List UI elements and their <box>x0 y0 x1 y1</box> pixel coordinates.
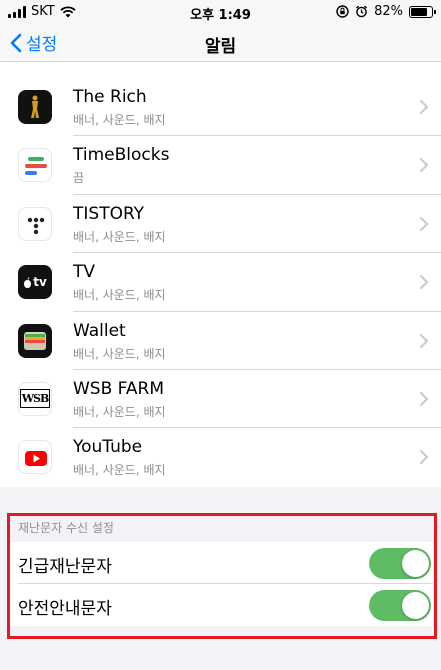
wallet-icon <box>18 323 52 358</box>
app-name: The Rich <box>73 87 147 107</box>
app-name: TV <box>73 262 96 283</box>
emergency-alert-row: 긴급재난문자 <box>8 542 433 584</box>
chevron-right-icon <box>420 333 429 348</box>
app-row-wsb-farm[interactable]: WSB WSB FARM 배너, 사운드, 배지 <box>0 370 441 429</box>
chevron-right-icon <box>420 275 429 290</box>
safety-alert-row: 안전안내문자 <box>8 584 433 626</box>
app-row-youtube[interactable]: YouTube 배너, 사운드, 배지 <box>0 428 441 486</box>
status-right: 82% <box>336 4 436 19</box>
the-rich-icon <box>18 90 52 124</box>
app-name: Wallet <box>73 320 126 341</box>
app-row-timeblocks[interactable]: TimeBlocks 끔 <box>0 136 441 195</box>
app-notification-summary: 끔 <box>73 171 85 186</box>
battery-icon <box>409 5 436 18</box>
safety-alert-label: 안전안내문자 <box>18 599 112 619</box>
alarm-icon <box>356 5 368 18</box>
toggle-knob <box>402 592 429 619</box>
chevron-right-icon <box>420 158 429 173</box>
app-notification-list: The Rich 배너, 사운드, 배지 TimeBlocks 끔 TISTOR… <box>0 78 441 487</box>
wsb-farm-icon: WSB <box>18 381 52 416</box>
wsb-logo-text: WSB <box>19 389 51 409</box>
apple-tv-icon: tv <box>18 265 52 300</box>
app-name: TISTORY <box>73 203 145 224</box>
app-notification-summary: 배너, 사운드, 배지 <box>73 404 166 419</box>
app-row-tv[interactable]: tv TV 배너, 사운드, 배지 <box>0 253 441 312</box>
timeblocks-icon <box>18 148 52 183</box>
safety-alert-toggle[interactable] <box>369 590 431 621</box>
app-row-wallet[interactable]: Wallet 배너, 사운드, 배지 <box>0 312 441 370</box>
tv-logo-text: tv <box>33 275 47 290</box>
battery-percent: 82% <box>374 4 403 19</box>
app-notification-summary: 배너, 사운드, 배지 <box>73 113 166 127</box>
app-name: YouTube <box>73 437 143 458</box>
chevron-right-icon <box>420 100 429 114</box>
app-notification-summary: 배너, 사운드, 배지 <box>73 288 166 303</box>
app-row-tistory[interactable]: TISTORY 배너, 사운드, 배지 <box>0 195 441 254</box>
tistory-icon <box>18 206 52 241</box>
chevron-right-icon <box>420 216 429 231</box>
page-title: 알림 <box>204 37 237 57</box>
battery-fill <box>411 7 428 16</box>
previous-row-fragment <box>0 62 441 78</box>
toggle-knob <box>402 550 429 577</box>
orientation-lock-icon <box>336 5 349 18</box>
nav-bar: 설정 알림 <box>0 24 441 62</box>
app-row-the-rich[interactable]: The Rich 배너, 사운드, 배지 <box>0 78 441 137</box>
status-bar: SKT 오후 1:49 82% <box>0 0 441 24</box>
app-notification-summary: 배너, 사운드, 배지 <box>73 229 166 244</box>
app-name: WSB FARM <box>73 378 164 399</box>
app-name: TimeBlocks <box>73 145 170 166</box>
chevron-right-icon <box>420 391 429 406</box>
section-header: 재난문자 수신 설정 <box>18 521 114 535</box>
emergency-alert-label: 긴급재난문자 <box>18 557 112 577</box>
app-notification-summary: 배너, 사운드, 배지 <box>73 346 166 361</box>
emergency-alert-toggle[interactable] <box>369 548 431 579</box>
app-notification-summary: 배너, 사운드, 배지 <box>73 463 166 478</box>
youtube-icon <box>18 440 52 475</box>
chevron-right-icon <box>420 450 429 465</box>
